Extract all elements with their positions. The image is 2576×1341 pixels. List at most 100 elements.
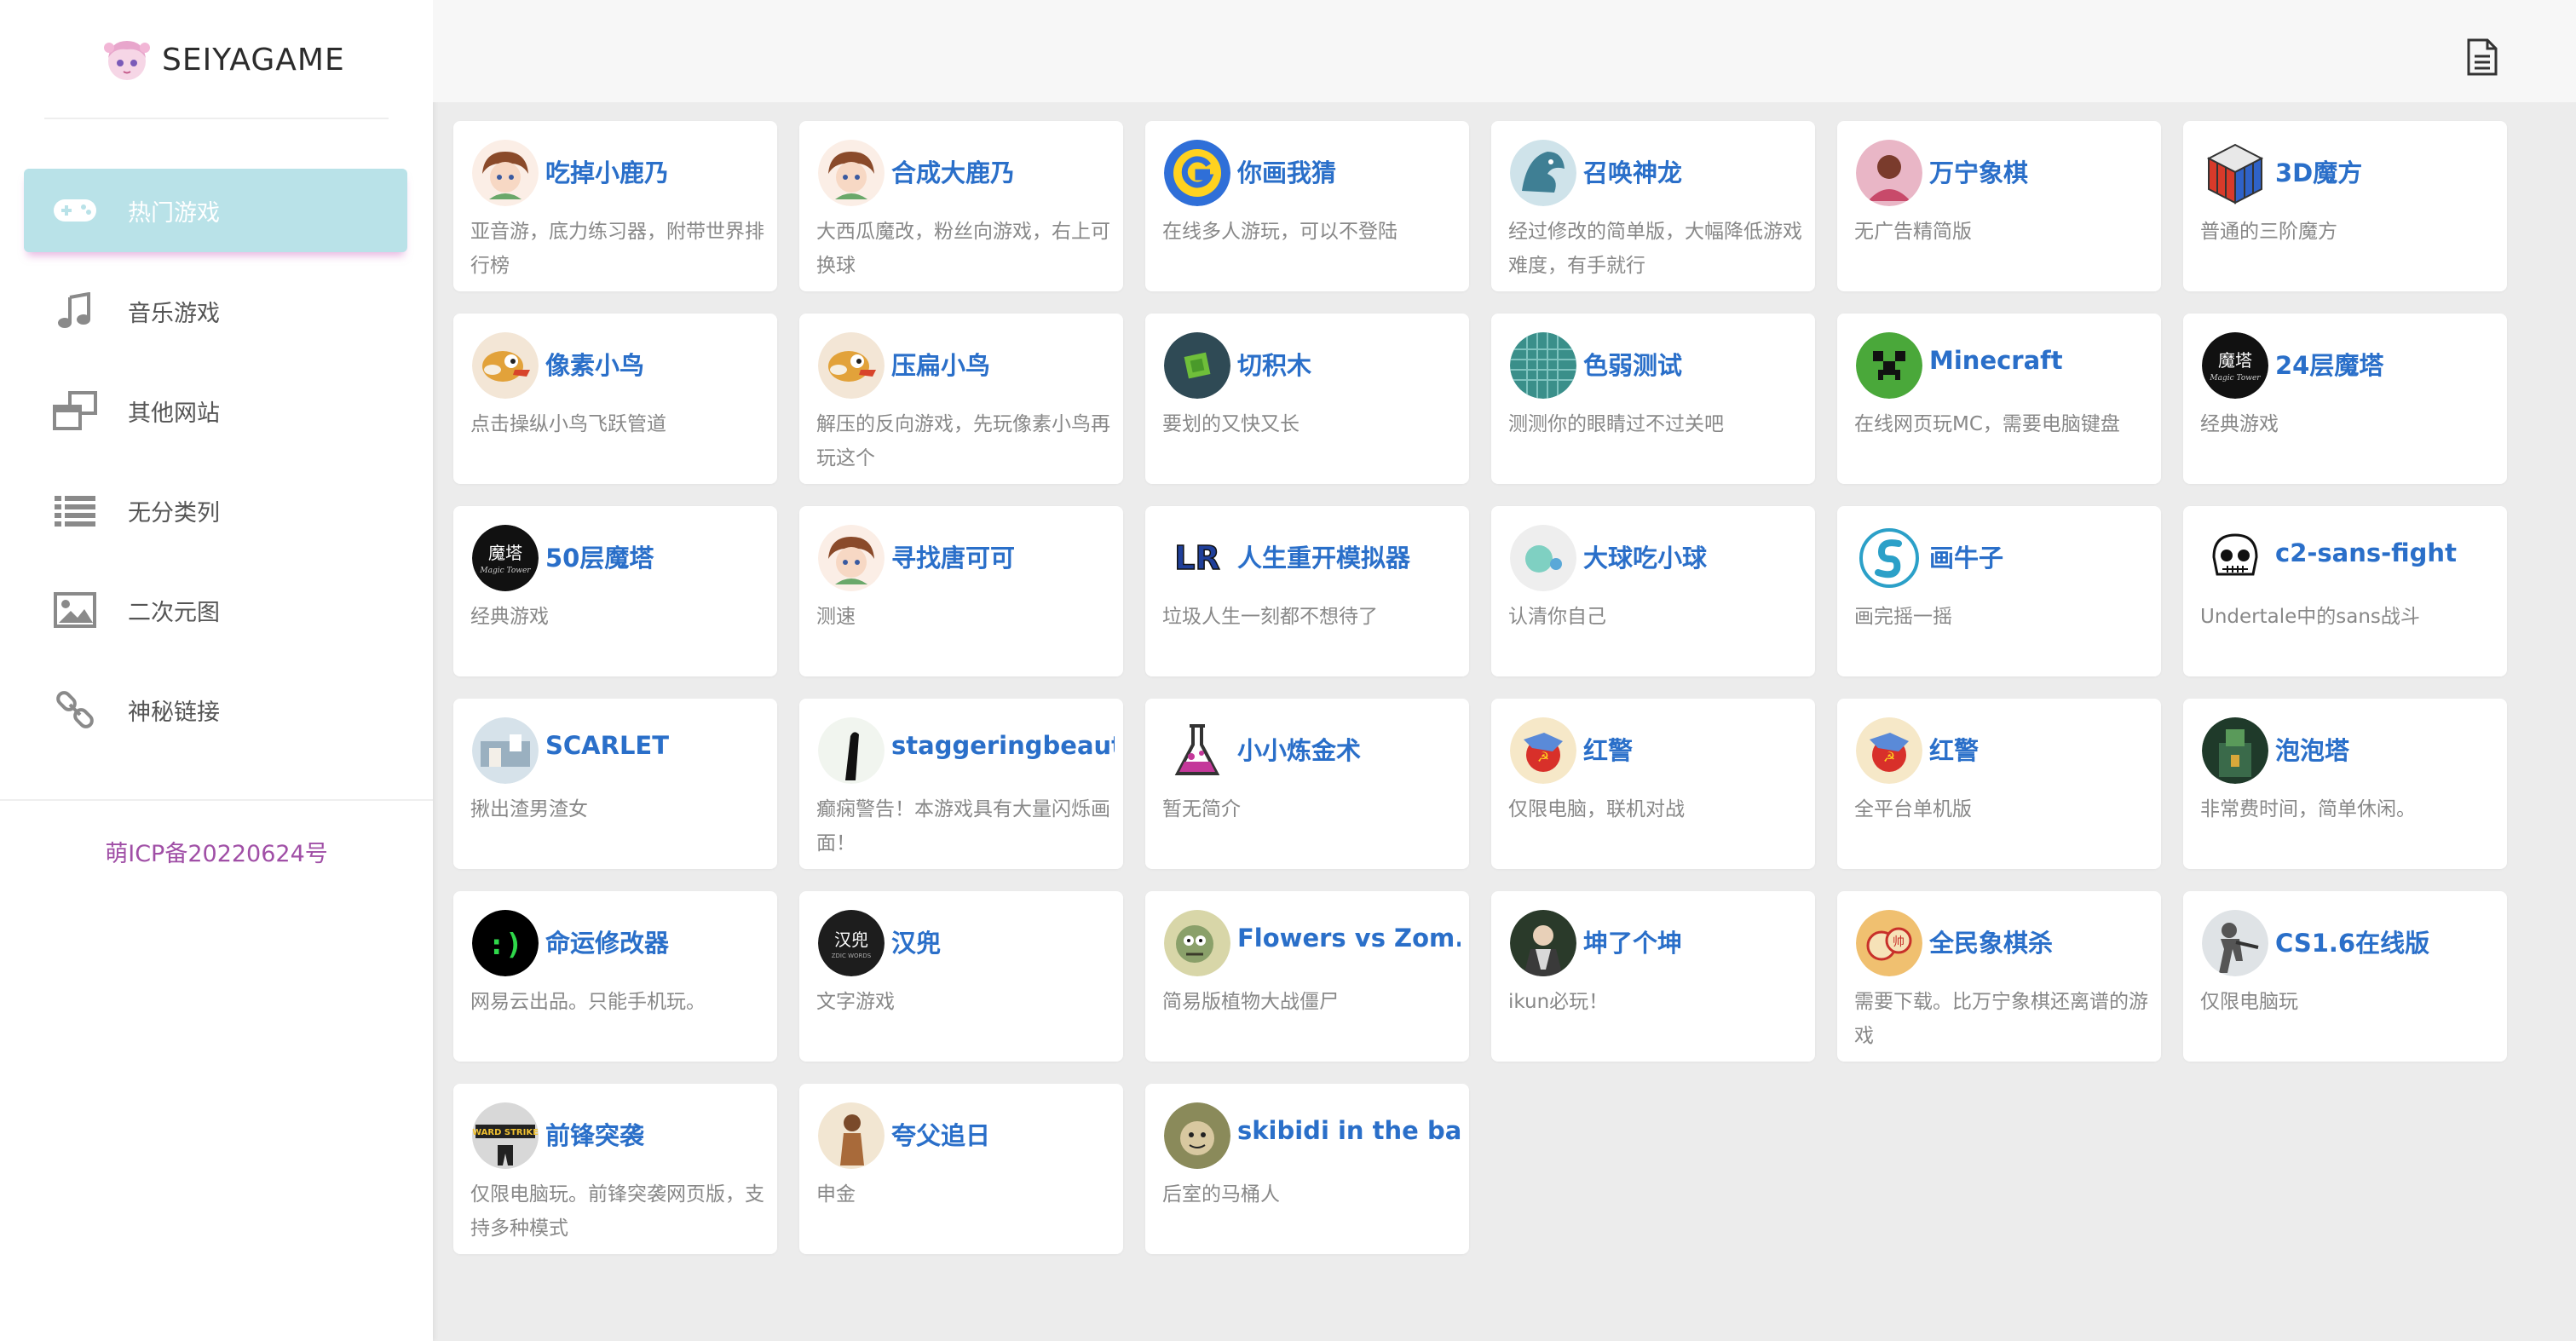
game-card[interactable]: LR 人生重开模拟器 垃圾人生一刻都不想待了 [1145, 506, 1469, 676]
game-title[interactable]: Minecraft [1929, 346, 2152, 375]
image-icon [51, 586, 99, 634]
nav-item-music-games[interactable]: 音乐游戏 [24, 269, 407, 353]
sidebar: SEIYAGAME 热门游戏 音乐游戏 其他网站 无分类列 二次元图 神秘链接 … [0, 0, 433, 1341]
game-description: 文字游戏 [816, 991, 895, 1013]
game-card[interactable]: 切积木 要划的又快又长 [1145, 314, 1469, 484]
game-title[interactable]: SCARLET [545, 731, 769, 760]
game-description: 经典游戏 [2200, 413, 2279, 435]
game-card[interactable]: Flowers vs Zom... 简易版植物大战僵尸 [1145, 891, 1469, 1062]
game-description: 仅限电脑，联机对战 [1508, 798, 1685, 820]
game-title[interactable]: Flowers vs Zom... [1237, 924, 1461, 953]
game-description: 暂无简介 [1162, 798, 1241, 820]
game-description: 点击操纵小鸟飞跃管道 [470, 413, 666, 435]
nav-label: 其他网站 [128, 400, 220, 427]
block-icon [1164, 332, 1230, 399]
game-title[interactable]: 像素小鸟 [545, 346, 769, 382]
game-title[interactable]: c2-sans-fight [2275, 538, 2498, 567]
game-title[interactable]: 前锋突袭 [545, 1116, 769, 1152]
game-title[interactable]: 色弱测试 [1583, 346, 1807, 382]
svg-text:Magic Tower: Magic Tower [479, 567, 531, 575]
game-card[interactable]: 夸父追日申金 [799, 1084, 1123, 1254]
game-card[interactable]: staggeringbeauty 癫痫警告！本游戏具有大量闪烁画面！ [799, 699, 1123, 869]
game-card[interactable]: c2-sans-fight Undertale中的sans战斗 [2183, 506, 2507, 676]
game-description: 仅限电脑玩 [2200, 991, 2298, 1013]
game-card[interactable]: 小小炼金术暂无简介 [1145, 699, 1469, 869]
nav-item-mystery-links[interactable]: 神秘链接 [24, 668, 407, 751]
game-card[interactable]: 汉兜 ZDIC WORDS 汉兜 文字游戏 [799, 891, 1123, 1062]
game-description: 大西瓜魔改，粉丝向游戏，右上可换球 [816, 221, 1110, 277]
game-card[interactable]: CS1.6在线版仅限电脑玩 [2183, 891, 2507, 1062]
game-title[interactable]: 24层魔塔 [2275, 346, 2498, 382]
game-card[interactable]: 魔塔 Magic Tower 24层魔塔 经典游戏 [2183, 314, 2507, 484]
game-title[interactable]: 大球吃小球 [1583, 538, 1807, 574]
game-card[interactable]: 你画我猜在线多人游玩，可以不登陆 [1145, 121, 1469, 291]
game-description: 癫痫警告！本游戏具有大量闪烁画面！ [816, 798, 1110, 855]
game-title[interactable]: 画牛子 [1929, 538, 2152, 574]
document-icon[interactable] [2465, 37, 2499, 77]
game-card[interactable]: Minecraft 在线网页玩MC，需要电脑键盘 [1837, 314, 2161, 484]
gamepad-icon [51, 187, 99, 234]
game-title[interactable]: 红警 [1583, 731, 1807, 767]
game-card[interactable]: 大球吃小球 认清你自己 [1491, 506, 1815, 676]
icp-link[interactable]: 萌ICP备20220624号 [0, 835, 433, 868]
game-card[interactable]: SCARLET 揪出渣男渣女 [453, 699, 777, 869]
game-title[interactable]: 合成大鹿乃 [891, 153, 1115, 189]
game-description: 经典游戏 [470, 606, 549, 628]
game-title[interactable]: 红警 [1929, 731, 2152, 767]
game-title[interactable]: 命运修改器 [545, 924, 769, 959]
game-card[interactable]: 压扁小鸟 解压的反向游戏，先玩像素小鸟再玩这个 [799, 314, 1123, 484]
flappy-bird-icon [818, 332, 885, 399]
game-card[interactable]: 坤了个坤 ikun必玩！ [1491, 891, 1815, 1062]
game-title[interactable]: 50层魔塔 [545, 538, 769, 574]
svg-text:汉兜: 汉兜 [834, 929, 868, 950]
nav-item-anime-images[interactable]: 二次元图 [24, 568, 407, 652]
game-title[interactable]: 压扁小鸟 [891, 346, 1115, 382]
game-card[interactable]: 召唤神龙 经过修改的简单版，大幅降低游戏难度，有手就行 [1491, 121, 1815, 291]
game-card[interactable]: 寻找唐可可 测速 [799, 506, 1123, 676]
game-title[interactable]: 小小炼金术 [1237, 731, 1461, 767]
game-title[interactable]: 吃掉小鹿乃 [545, 153, 769, 189]
music-note-icon [51, 287, 99, 335]
game-title[interactable]: 寻找唐可可 [891, 538, 1115, 574]
game-title[interactable]: 泡泡塔 [2275, 731, 2498, 767]
game-card[interactable]: 万宁象棋 无广告精简版 [1837, 121, 2161, 291]
game-card[interactable]: 色弱测试 测测你的眼睛过不过关吧 [1491, 314, 1815, 484]
game-title[interactable]: staggeringbeauty [891, 731, 1115, 760]
game-card[interactable]: 3D魔方 普通的三阶魔方 [2183, 121, 2507, 291]
nav-item-hot-games[interactable]: 热门游戏 [24, 169, 407, 252]
game-title[interactable]: 汉兜 [891, 924, 1115, 959]
game-title[interactable]: 你画我猜 [1237, 153, 1461, 189]
game-title[interactable]: 3D魔方 [2275, 153, 2498, 189]
game-title[interactable]: 人生重开模拟器 [1237, 538, 1461, 574]
game-description: 全平台单机版 [1854, 798, 1972, 820]
game-card[interactable]: 画牛子 画完摇一摇 [1837, 506, 2161, 676]
game-description: 申金 [816, 1183, 856, 1206]
game-title[interactable]: 切积木 [1237, 346, 1461, 382]
red-alert-icon: ☭ [1510, 717, 1576, 784]
game-title[interactable]: 全民象棋杀 [1929, 924, 2152, 959]
game-card[interactable]: 像素小鸟点击操纵小鸟飞跃管道 [453, 314, 777, 484]
game-description: Undertale中的sans战斗 [2200, 606, 2420, 628]
game-description: 需要下载。比万宁象棋还离谱的游戏 [1854, 991, 2148, 1047]
game-title[interactable]: 夸父追日 [891, 1116, 1115, 1152]
nav-item-other-sites[interactable]: 其他网站 [24, 369, 407, 452]
game-title[interactable]: 万宁象棋 [1929, 153, 2152, 189]
game-card[interactable]: 合成大鹿乃大西瓜魔改，粉丝向游戏，右上可换球 [799, 121, 1123, 291]
game-title[interactable]: skibidi in the ba... [1237, 1116, 1461, 1145]
game-title[interactable]: 召唤神龙 [1583, 153, 1807, 189]
game-title[interactable]: CS1.6在线版 [2275, 924, 2498, 959]
game-card[interactable]: 帅 全民象棋杀 需要下载。比万宁象棋还离谱的游戏 [1837, 891, 2161, 1062]
game-card[interactable]: 吃掉小鹿乃 亚音游，底力练习器，附带世界排行榜 [453, 121, 777, 291]
nav-item-uncategorized[interactable]: 无分类列 [24, 469, 407, 552]
game-description: 垃圾人生一刻都不想待了 [1162, 606, 1378, 628]
game-card[interactable]: 魔塔 Magic Tower 50层魔塔 经典游戏 [453, 506, 777, 676]
brand-logo[interactable]: SEIYAGAME [101, 34, 345, 85]
game-card[interactable]: ☭ 红警 全平台单机版 [1837, 699, 2161, 869]
game-card[interactable]: ☭ 红警仅限电脑，联机对战 [1491, 699, 1815, 869]
game-description: 在线多人游玩，可以不登陆 [1162, 221, 1397, 243]
game-card[interactable]: WARD STRIKE 前锋突袭 仅限电脑玩。前锋突袭网页版，支持多种模式 [453, 1084, 777, 1254]
game-card[interactable]: :) 命运修改器 网易云出品。只能手机玩。 [453, 891, 777, 1062]
game-title[interactable]: 坤了个坤 [1583, 924, 1807, 959]
game-card[interactable]: skibidi in the ba... 后室的马桶人 [1145, 1084, 1469, 1254]
game-card[interactable]: 泡泡塔 非常费时间，简单休闲。 [2183, 699, 2507, 869]
